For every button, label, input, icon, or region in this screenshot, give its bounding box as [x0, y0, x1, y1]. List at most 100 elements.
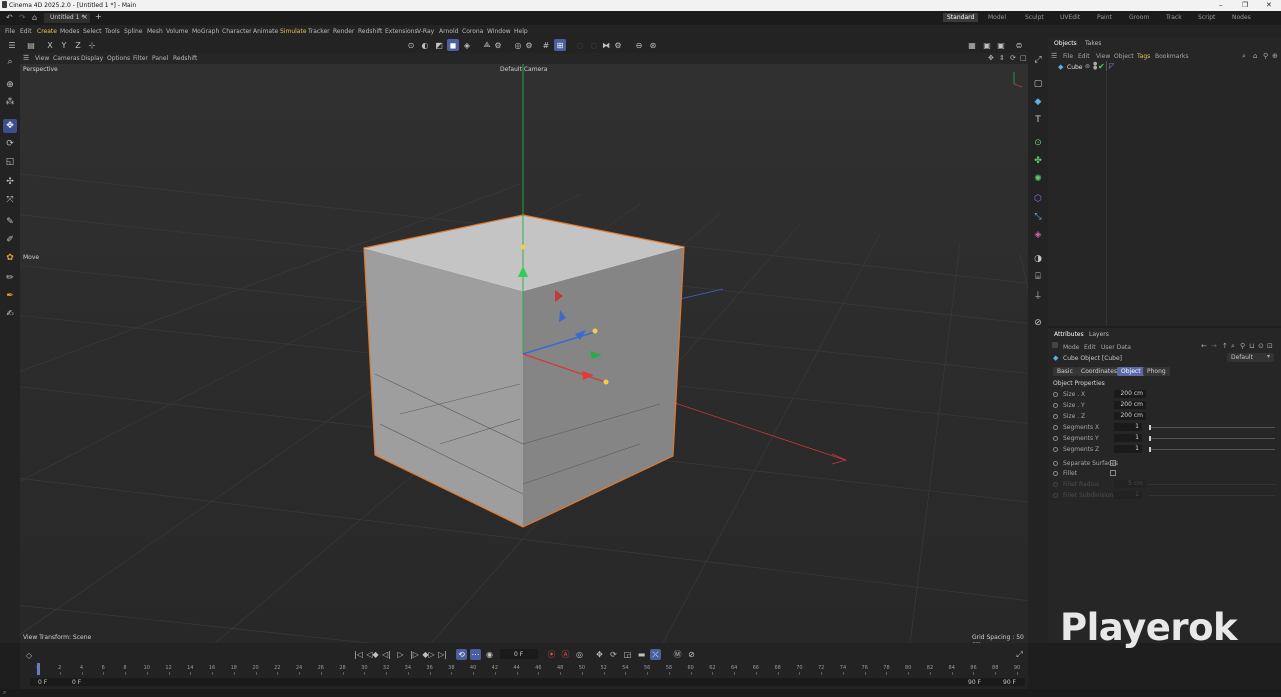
preset-dropdown[interactable]: Default ▾: [1227, 353, 1274, 362]
segments-y-field[interactable]: 1: [1114, 434, 1142, 442]
visibility-dots-icon[interactable]: ● ●: [1093, 62, 1097, 71]
go-to-end-icon[interactable]: ▷|: [437, 649, 448, 660]
tag-icon[interactable]: ⊘: [1031, 316, 1045, 330]
rotate-tool-icon[interactable]: ⟳: [3, 137, 17, 151]
search-attributes-icon[interactable]: ⌕: [1231, 342, 1235, 351]
timeline-expand-icon[interactable]: ⤢: [1014, 649, 1025, 660]
deformer-icon[interactable]: ⬡: [1031, 192, 1045, 206]
timeline-ruler[interactable]: 0246810121416182022242628303234363840424…: [30, 663, 1025, 675]
anim-dot-icon[interactable]: [1053, 471, 1058, 476]
menu-create[interactable]: Create: [37, 28, 57, 35]
home-icon[interactable]: ⌂: [32, 13, 37, 22]
light-icon[interactable]: ◑: [1031, 252, 1045, 266]
home-objects-icon[interactable]: ⌂: [1253, 52, 1257, 60]
tab-close-icon[interactable]: ×: [82, 13, 88, 21]
tab-objects[interactable]: Objects: [1054, 40, 1077, 47]
rotation-key-icon[interactable]: ⟳: [608, 649, 619, 660]
layout-paint[interactable]: Paint: [1097, 14, 1112, 21]
menu-mograph[interactable]: MoGraph: [192, 28, 219, 35]
points-mode-icon[interactable]: ⊙: [405, 39, 417, 51]
segments-y-slider-knob[interactable]: [1149, 436, 1151, 441]
range-start-field[interactable]: 0 F: [38, 679, 47, 686]
prev-frame-icon[interactable]: ◁|: [381, 649, 392, 660]
axis-settings-icon[interactable]: ⚙: [492, 39, 504, 51]
workplane-icon[interactable]: ⊞: [554, 39, 566, 51]
layout-standard[interactable]: Standard: [943, 13, 979, 22]
viewport-menu-icon[interactable]: ☰: [23, 54, 29, 62]
loop-icon[interactable]: ⟲: [456, 649, 467, 660]
solo-icon[interactable]: ◌: [574, 39, 586, 51]
layout-nodes[interactable]: Nodes: [1232, 14, 1251, 21]
symmetry-icon[interactable]: ⧓: [600, 39, 612, 51]
filter-attributes-icon[interactable]: ⚲: [1240, 342, 1245, 350]
viewport-menu-filter[interactable]: Filter: [133, 55, 148, 62]
preview-start-field[interactable]: 0 F: [72, 679, 81, 686]
anim-dot-icon[interactable]: [1053, 436, 1058, 441]
anim-dot-icon[interactable]: [1053, 403, 1058, 408]
speed-icon[interactable]: ⋯: [470, 649, 481, 660]
viewport-menu-options[interactable]: Options: [107, 55, 130, 62]
brush-tool-icon[interactable]: ✒: [3, 289, 17, 303]
axis-x-button[interactable]: X: [44, 39, 56, 51]
scale-tool-icon[interactable]: ◱: [3, 155, 17, 169]
size-x-field[interactable]: 200 cm: [1114, 390, 1146, 398]
forward-arrow-icon[interactable]: →: [1211, 342, 1217, 350]
menu-edit[interactable]: Edit: [20, 28, 32, 35]
segments-x-slider-track[interactable]: [1149, 427, 1275, 428]
autokey-icon[interactable]: Ⓐ: [560, 649, 571, 660]
field-icon[interactable]: ⤡: [1031, 210, 1045, 224]
position-key-icon[interactable]: ✥: [594, 649, 605, 660]
symmetry-settings-icon[interactable]: ⚙: [612, 39, 624, 51]
selection-tool-icon[interactable]: ⊕: [3, 78, 17, 92]
object-row-cube[interactable]: ◆ Cube ⊚ ● ● ✔ ◸: [1048, 61, 1281, 72]
model-mode-icon[interactable]: ▤: [25, 39, 37, 51]
layout-groom[interactable]: Groom: [1129, 14, 1149, 21]
paint-tool-icon[interactable]: ✏: [3, 271, 17, 285]
redo-icon[interactable]: ↷: [19, 13, 26, 22]
generator-icon[interactable]: ⊙: [1031, 136, 1045, 150]
next-frame-icon[interactable]: |▷: [409, 649, 420, 660]
objects-menu-object[interactable]: Object: [1114, 53, 1134, 60]
anim-dot-icon[interactable]: [1053, 447, 1058, 452]
enabled-check-icon[interactable]: ✔: [1098, 62, 1105, 71]
move-tool-icon[interactable]: ✥: [3, 119, 17, 133]
playhead[interactable]: [37, 663, 40, 675]
zoom-view-icon[interactable]: ⇕: [999, 54, 1005, 62]
anim-dot-icon[interactable]: [1053, 461, 1058, 466]
placement-tool-icon[interactable]: ⤧: [3, 193, 17, 207]
render-region-icon[interactable]: ▦: [966, 39, 978, 51]
menu-volume[interactable]: Volume: [166, 28, 188, 35]
menu-select[interactable]: Select: [83, 28, 102, 35]
subtab-basic[interactable]: Basic: [1053, 367, 1077, 376]
filter-objects-icon[interactable]: ⚲: [1263, 52, 1268, 60]
back-arrow-icon[interactable]: ←: [1201, 342, 1207, 350]
axis-z-button[interactable]: Z: [72, 39, 84, 51]
viewport-menu-view[interactable]: View: [35, 55, 49, 62]
range-end-field[interactable]: 90 F: [1003, 679, 1016, 686]
render-settings-icon[interactable]: ⊜: [1013, 39, 1025, 51]
transform-tool-icon[interactable]: ✣: [3, 175, 17, 189]
floor-icon[interactable]: ⍊: [1031, 288, 1045, 302]
motion-clip-icon[interactable]: ⊘: [686, 649, 697, 660]
lock-attributes-icon[interactable]: ⊔: [1249, 342, 1254, 350]
viewport-menu-redshift[interactable]: Redshift: [173, 55, 197, 62]
object-name[interactable]: Cube: [1067, 64, 1083, 71]
live-selection-icon[interactable]: ⁂: [3, 95, 17, 109]
grid-icon[interactable]: #: [540, 39, 552, 51]
rotate-view-icon[interactable]: ⟳: [1010, 54, 1016, 62]
menu-modes[interactable]: Modes: [60, 28, 79, 35]
objects-menu-view[interactable]: View: [1096, 53, 1110, 60]
menu-spline[interactable]: Spline: [124, 28, 142, 35]
segments-y-slider-track[interactable]: [1149, 438, 1275, 439]
menu-animate[interactable]: Animate: [253, 28, 278, 35]
spline-icon[interactable]: ▢: [1031, 77, 1045, 91]
next-key-icon[interactable]: ◆▷: [422, 649, 434, 660]
knife-tool-icon[interactable]: ✎: [3, 215, 17, 229]
menu-toggle-icon[interactable]: ☰: [6, 39, 18, 51]
prev-key-icon[interactable]: ◁◆: [366, 649, 378, 660]
menu-tools[interactable]: Tools: [105, 28, 120, 35]
close-window-button[interactable]: ✕: [1266, 1, 1272, 9]
up-arrow-icon[interactable]: ↑: [1222, 342, 1228, 350]
menu-vray[interactable]: V-Ray: [417, 28, 434, 35]
menu-character[interactable]: Character: [222, 28, 252, 35]
